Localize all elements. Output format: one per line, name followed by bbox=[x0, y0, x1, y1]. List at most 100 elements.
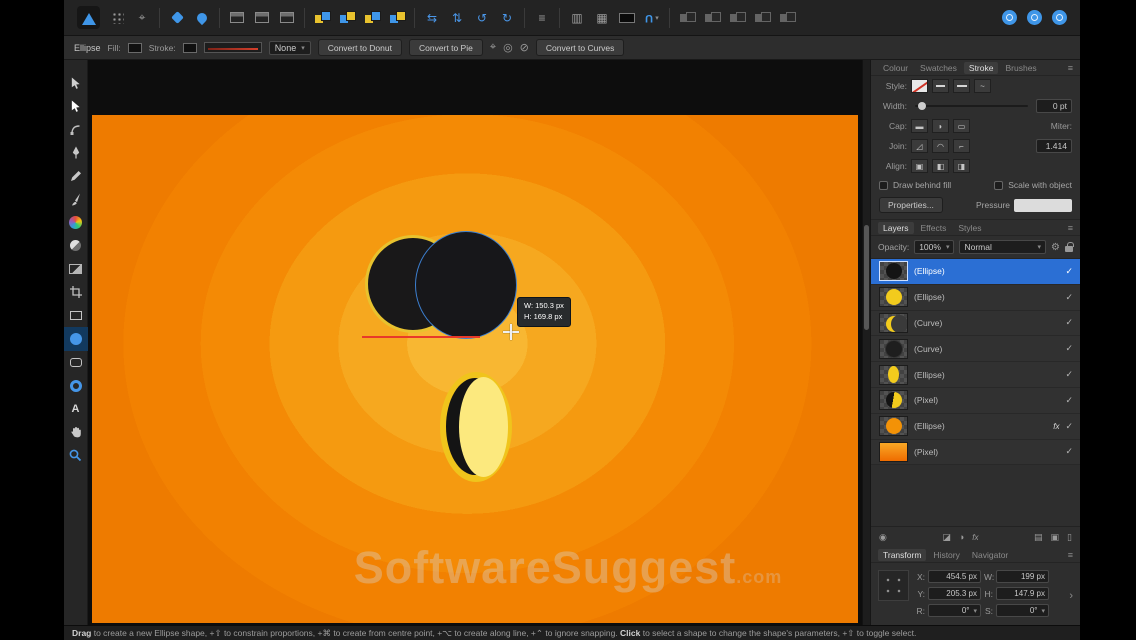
tab-history[interactable]: History bbox=[928, 549, 964, 561]
insert-behind-icon[interactable] bbox=[314, 9, 330, 27]
tab-navigator[interactable]: Navigator bbox=[967, 549, 1013, 561]
colour-picker-tool[interactable] bbox=[64, 211, 88, 234]
width-slider-knob[interactable] bbox=[918, 102, 926, 110]
text-alignment-icon[interactable]: ≡ bbox=[534, 9, 550, 27]
show-rotation-centre-icon[interactable]: ◎ bbox=[503, 41, 513, 54]
visibility-check-icon[interactable]: ✓ bbox=[1065, 266, 1073, 277]
mask-layer-icon[interactable]: ◪ bbox=[942, 532, 951, 543]
insert-inside-icon[interactable] bbox=[364, 9, 380, 27]
panel-menu-icon[interactable]: ≡ bbox=[1068, 550, 1073, 560]
layer-row[interactable]: (Ellipse) ✓ bbox=[871, 285, 1080, 311]
tab-colour[interactable]: Colour bbox=[878, 62, 913, 74]
panel-menu-icon[interactable]: ≡ bbox=[1068, 63, 1073, 73]
new-layer-icon[interactable]: ▤ bbox=[1034, 532, 1043, 543]
cap-square-button[interactable]: ▭ bbox=[953, 119, 970, 133]
panel-expand-chevron-icon[interactable]: › bbox=[1069, 590, 1073, 602]
layer-row[interactable]: (Curve) ✓ bbox=[871, 336, 1080, 362]
layer-row[interactable]: (Ellipse) fx ✓ bbox=[871, 414, 1080, 440]
convert-to-curves-button[interactable]: Convert to Curves bbox=[536, 39, 625, 56]
cap-butt-button[interactable]: ▬ bbox=[911, 119, 928, 133]
new-group-icon[interactable]: ▣ bbox=[1051, 532, 1060, 543]
miter-value-field[interactable]: 1.414 bbox=[1036, 139, 1072, 153]
join-bevel-button[interactable]: ⌐ bbox=[953, 139, 970, 153]
place-image-tool[interactable] bbox=[64, 257, 88, 280]
panel-menu-icon[interactable]: ≡ bbox=[1068, 223, 1073, 233]
order-middle-icon[interactable] bbox=[254, 9, 270, 27]
stroke-width-preview[interactable] bbox=[204, 42, 262, 53]
join-miter-button[interactable]: ◿ bbox=[911, 139, 928, 153]
blend-mode-select[interactable]: Normal▾ bbox=[959, 240, 1046, 254]
combine-grid-icon[interactable]: ▦ bbox=[594, 9, 610, 27]
order-back-icon[interactable] bbox=[229, 9, 245, 27]
visibility-check-icon[interactable]: ✓ bbox=[1065, 395, 1073, 406]
join-round-button[interactable]: ◠ bbox=[932, 139, 949, 153]
pressure-profile-widget[interactable] bbox=[1014, 199, 1072, 212]
pixel-alignment-icon[interactable] bbox=[194, 9, 210, 27]
visibility-check-icon[interactable]: ✓ bbox=[1065, 421, 1073, 432]
flip-horizontal-icon[interactable]: ⇆ bbox=[424, 9, 440, 27]
tab-layers[interactable]: Layers bbox=[878, 222, 914, 234]
align-outside-button[interactable]: ◨ bbox=[953, 159, 970, 173]
stroke-style-solid-button[interactable] bbox=[932, 79, 949, 93]
hide-selection-icon[interactable]: ⊘ bbox=[520, 41, 529, 54]
ellipse-tool[interactable] bbox=[64, 327, 88, 350]
donut-tool[interactable] bbox=[64, 374, 88, 397]
stroke-style-select[interactable]: None▾ bbox=[269, 41, 311, 55]
snap-to-grid-icon[interactable] bbox=[169, 9, 185, 27]
layer-row[interactable]: (Ellipse) ✓ bbox=[871, 259, 1080, 285]
layer-effects-icon[interactable]: ◉ bbox=[879, 532, 887, 543]
stroke-style-brush-button[interactable]: ~ bbox=[974, 79, 991, 93]
tab-swatches[interactable]: Swatches bbox=[915, 62, 962, 74]
boolean-intersect-icon[interactable] bbox=[729, 9, 745, 27]
lock-icon[interactable] bbox=[1065, 246, 1073, 252]
canvas[interactable]: SoftwareSuggest.com W: 150.3 px H: 169.8… bbox=[88, 60, 862, 625]
artistic-text-tool[interactable]: A bbox=[64, 397, 88, 420]
align-inside-button[interactable]: ◧ bbox=[932, 159, 949, 173]
rotation-field[interactable]: 0°▾ bbox=[928, 604, 981, 617]
zoom-tool[interactable] bbox=[64, 444, 88, 467]
adjustment-layer-icon[interactable]: ◑ bbox=[959, 532, 964, 542]
anchor-point-selector[interactable] bbox=[878, 570, 909, 601]
app-logo-icon[interactable] bbox=[77, 6, 100, 29]
vector-brush-tool[interactable] bbox=[64, 187, 88, 210]
colour-cycle-icon[interactable] bbox=[1026, 9, 1042, 27]
opacity-select[interactable]: 100%▾ bbox=[914, 240, 954, 254]
tab-effects[interactable]: Effects bbox=[916, 222, 952, 234]
flip-vertical-icon[interactable]: ⇅ bbox=[449, 9, 465, 27]
x-field[interactable]: 454.5 px bbox=[928, 570, 981, 583]
blend-options-gear-icon[interactable]: ⚙ bbox=[1051, 242, 1060, 253]
width-slider[interactable] bbox=[915, 105, 1028, 107]
transform-origin-icon[interactable]: ⌖ bbox=[134, 9, 150, 27]
boolean-combine-icon[interactable] bbox=[779, 9, 795, 27]
pen-tool[interactable] bbox=[64, 141, 88, 164]
insert-in-front-icon[interactable] bbox=[339, 9, 355, 27]
fill-swatch[interactable] bbox=[128, 43, 142, 53]
draw-behind-fill-checkbox[interactable] bbox=[879, 181, 888, 190]
move-tool[interactable] bbox=[64, 71, 88, 94]
w-field[interactable]: 199 px bbox=[996, 570, 1049, 583]
boolean-divide-icon[interactable] bbox=[754, 9, 770, 27]
align-centre-button[interactable]: ▣ bbox=[911, 159, 928, 173]
node-tool[interactable] bbox=[64, 94, 88, 117]
scrollbar-thumb[interactable] bbox=[864, 225, 869, 330]
boolean-add-icon[interactable] bbox=[679, 9, 695, 27]
visibility-check-icon[interactable]: ✓ bbox=[1065, 292, 1073, 303]
pencil-tool[interactable] bbox=[64, 164, 88, 187]
stroke-swatch[interactable] bbox=[183, 43, 197, 53]
delete-layer-icon[interactable]: ▯ bbox=[1067, 532, 1072, 543]
convert-to-pie-button[interactable]: Convert to Pie bbox=[409, 39, 483, 56]
shear-field[interactable]: 0°▾ bbox=[996, 604, 1049, 617]
tab-styles[interactable]: Styles bbox=[953, 222, 986, 234]
h-field[interactable]: 147.9 px bbox=[996, 587, 1049, 600]
scale-with-object-checkbox[interactable] bbox=[994, 181, 1003, 190]
rounded-rectangle-tool[interactable] bbox=[64, 351, 88, 374]
y-field[interactable]: 205.3 px bbox=[928, 587, 981, 600]
vector-crop-tool[interactable] bbox=[64, 281, 88, 304]
properties-button[interactable]: Properties... bbox=[879, 197, 943, 213]
tab-brushes[interactable]: Brushes bbox=[1000, 62, 1041, 74]
layer-row[interactable]: (Ellipse) ✓ bbox=[871, 362, 1080, 388]
insert-on-top-icon[interactable] bbox=[389, 9, 405, 27]
stroke-style-none-button[interactable] bbox=[911, 79, 928, 93]
visibility-check-icon[interactable]: ✓ bbox=[1065, 369, 1073, 380]
visibility-check-icon[interactable]: ✓ bbox=[1065, 317, 1073, 328]
